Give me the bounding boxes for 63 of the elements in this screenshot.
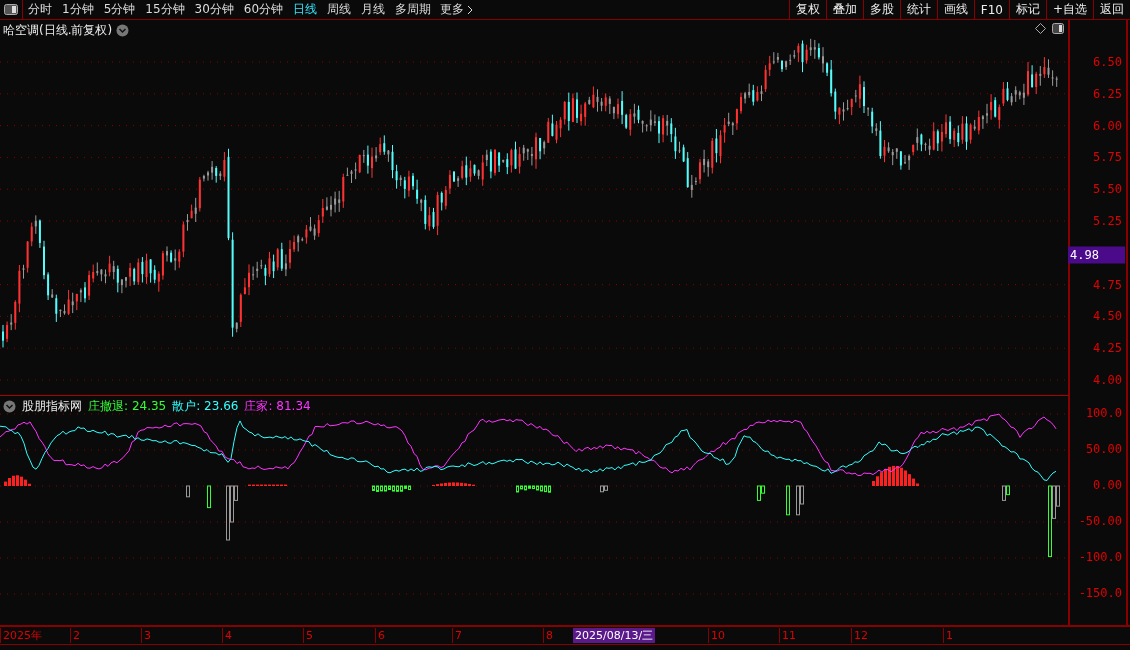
legend-item: 庄撤退: 24.35 — [88, 398, 167, 415]
period-tab[interactable]: 15分钟 — [140, 0, 190, 19]
panel-toggle-icon[interactable] — [1052, 23, 1064, 34]
cursor-date-label: 2025/08/13/三 — [573, 628, 656, 643]
axis-label: 100.0 — [1085, 406, 1122, 420]
toolbar-button[interactable]: 标记 — [1008, 0, 1046, 19]
axis-label: -100.0 — [1078, 550, 1122, 564]
period-tab[interactable]: 月线 — [356, 0, 391, 19]
period-tab[interactable]: 30分钟 — [189, 0, 239, 19]
date-label: 3 — [141, 628, 151, 643]
toolbar-button[interactable]: 多股 — [862, 0, 900, 19]
histogram-bar — [207, 485, 211, 509]
legend-item: 散户: 23.66 — [172, 398, 239, 415]
period-tab[interactable]: 5分钟 — [98, 0, 141, 19]
date-label: 1 — [943, 628, 953, 643]
date-label: 6 — [375, 628, 385, 643]
diamond-icon[interactable] — [1035, 23, 1046, 34]
toolbar-button[interactable]: F10 — [973, 0, 1009, 19]
histogram-bar — [786, 485, 790, 516]
axis-label: 0.00 — [1093, 478, 1122, 492]
toolbar-button[interactable]: 画线 — [936, 0, 974, 19]
date-label: 7 — [452, 628, 462, 643]
chart-title: 哈空调(日线.前复权) — [3, 22, 113, 39]
axis-label: 6.00 — [1093, 118, 1122, 133]
axis-label: 4.75 — [1093, 277, 1122, 292]
date-label: 8 — [543, 628, 553, 643]
axis-label: -150.0 — [1078, 586, 1122, 600]
axis-label: 50.00 — [1085, 442, 1122, 456]
axis-label: 6.50 — [1093, 55, 1122, 69]
toolbar-button[interactable]: +自选 — [1045, 0, 1093, 19]
more-button[interactable]: 更多 — [436, 0, 478, 19]
chevron-down-icon[interactable] — [3, 400, 16, 413]
date-label: 5 — [303, 628, 313, 643]
period-tab[interactable]: 周线 — [322, 0, 357, 19]
period-tab[interactable]: 多周期 — [390, 0, 437, 19]
axis-label: 4.25 — [1093, 341, 1122, 356]
axis-label: 6.25 — [1093, 86, 1122, 101]
price-label: 4.98 — [1068, 246, 1125, 264]
indicator-name: 股朋指标网 — [22, 398, 82, 415]
date-label: 12 — [851, 628, 868, 643]
period-tab[interactable]: 分时 — [23, 0, 57, 19]
chevron-down-icon[interactable] — [116, 24, 130, 37]
axis-label: -50.00 — [1078, 514, 1122, 528]
legend-item: 庄家: 81.34 — [244, 398, 311, 415]
date-label: 10 — [708, 628, 725, 643]
toolbar-button[interactable]: 返回 — [1093, 0, 1130, 19]
date-label: 2025年 — [0, 628, 42, 643]
chevron-right-icon — [467, 4, 474, 15]
axis-label: 4.00 — [1093, 373, 1122, 387]
axis-label: 5.25 — [1093, 214, 1122, 228]
toolbar-button[interactable]: 统计 — [899, 0, 937, 19]
axis-label: 4.50 — [1093, 309, 1122, 324]
period-tab[interactable]: 1分钟 — [57, 0, 99, 19]
period-tab[interactable]: 日线 — [288, 0, 323, 19]
date-label: 2 — [70, 628, 80, 643]
period-tab[interactable]: 60分钟 — [238, 0, 289, 19]
histogram-bar — [186, 485, 190, 498]
axis-label: 5.50 — [1093, 182, 1122, 197]
toolbar-button[interactable]: 复权 — [788, 0, 826, 19]
date-label: 11 — [779, 628, 796, 643]
axis-label: 5.75 — [1093, 150, 1122, 165]
toolbar-button[interactable]: 叠加 — [825, 0, 863, 19]
date-label: 4 — [222, 628, 232, 643]
